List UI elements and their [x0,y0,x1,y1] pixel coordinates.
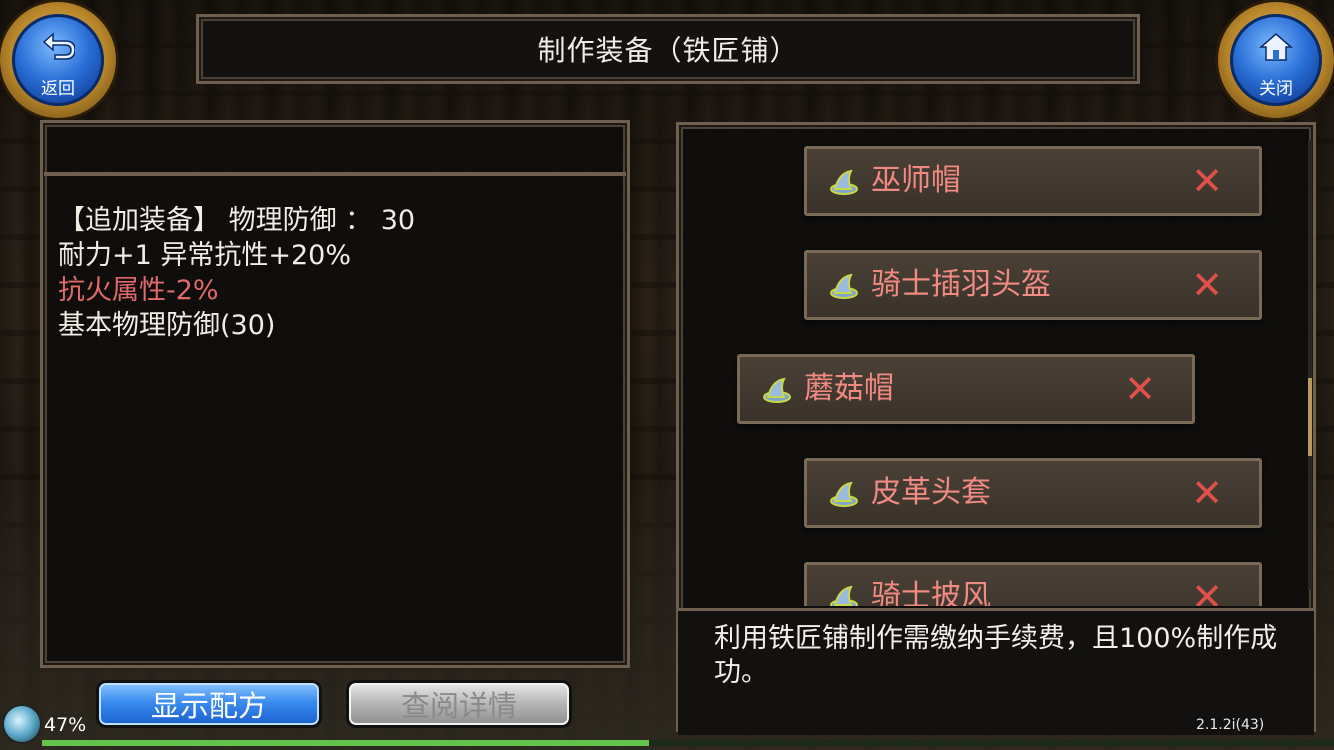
page-title: 制作装备（铁匠铺） [537,34,799,67]
recipe-name: 巫师帽 [871,163,961,198]
hat-icon [830,481,858,507]
recipe-list-scroll-thumb[interactable] [1308,378,1312,456]
hat-icon [830,169,858,195]
back-button[interactable]: 返回 [0,2,116,118]
unavailable-x-icon: ✕ [1191,159,1223,203]
view-details-button[interactable]: 查阅详情 [346,680,572,728]
close-label: 关闭 [1259,79,1293,99]
close-button-face: 关闭 [1230,14,1322,106]
load-progress-fill [42,740,650,746]
load-progress-bar [42,740,1334,746]
hat-icon [830,585,858,606]
unavailable-x-icon: ✕ [1124,367,1156,411]
notice-text: 利用铁匠铺制作需缴纳手续费，且100%制作成功。 [714,623,1278,688]
title-bar: 制作装备（铁匠铺） [196,14,1140,84]
recipe-item-0[interactable]: 巫师帽 ✕ [804,146,1262,216]
loading-orb-icon [4,706,40,742]
detail-line-base-defense: 基本物理防御(30) [58,310,276,341]
show-recipe-button[interactable]: 显示配方 [96,680,322,728]
unavailable-x-icon: ✕ [1191,263,1223,307]
recipe-list-scrollbar[interactable] [1308,140,1312,590]
home-icon [1230,32,1322,68]
recipe-list[interactable]: 巫师帽 ✕ 骑士插羽头盔 ✕ 蘑菇帽 ✕ 皮革头套 ✕ 骑士披风 ✕ [700,136,1300,606]
back-label: 返回 [41,79,75,99]
version-text: 2.1.2i(43) [1196,717,1265,733]
recipe-name: 蘑菇帽 [804,371,894,406]
load-percent: 47% [44,714,87,736]
hat-icon [763,377,791,403]
panel-divider [44,172,626,176]
recipe-item-2-selected[interactable]: 蘑菇帽 ✕ [737,354,1195,424]
recipe-item-1[interactable]: 骑士插羽头盔 ✕ [804,250,1262,320]
back-arrow-icon [12,32,104,66]
recipe-item-4[interactable]: 骑士披风 ✕ [804,562,1262,606]
recipe-name: 骑士披风 [871,579,991,606]
detail-line-stats: 耐力+1 异常抗性+20% [58,240,352,271]
recipe-name: 骑士插羽头盔 [871,267,1051,302]
recipe-item-3[interactable]: 皮革头套 ✕ [804,458,1262,528]
unavailable-x-icon: ✕ [1191,471,1223,515]
detail-line-bonus: 【追加装备】 物理防御 ： 30 [58,205,416,236]
close-button[interactable]: 关闭 [1218,2,1334,118]
unavailable-x-icon: ✕ [1191,575,1223,606]
hat-icon [830,273,858,299]
recipe-name: 皮革头套 [871,475,991,510]
back-button-face: 返回 [12,14,104,106]
detail-line-fire-resist: 抗火属性-2% [58,275,219,306]
